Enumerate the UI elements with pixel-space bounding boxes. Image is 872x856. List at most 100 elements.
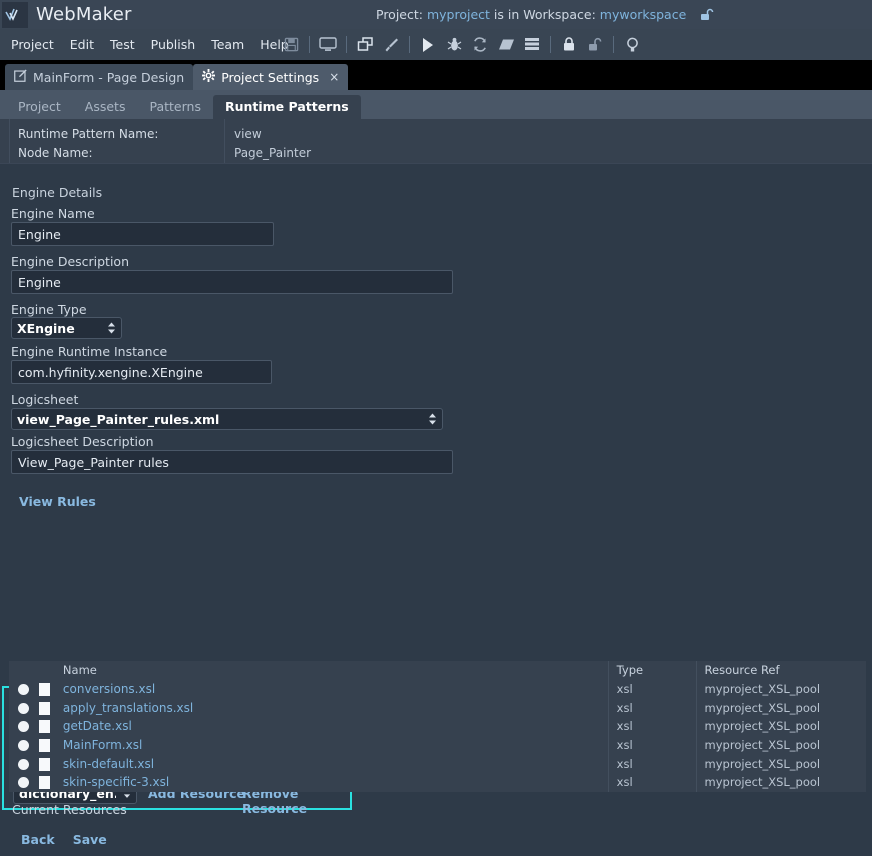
- engine-runtime-instance-input[interactable]: [11, 360, 272, 384]
- paintbrush-icon[interactable]: [378, 29, 404, 60]
- toolbar-separator: [346, 36, 347, 53]
- resource-type: xsl: [607, 679, 697, 699]
- resource-ref: myproject_XSL_pool: [695, 754, 866, 774]
- node-name-value: Page_Painter: [234, 146, 312, 160]
- checkbox-icon[interactable]: [38, 776, 50, 790]
- gear-icon: [202, 69, 216, 85]
- workspace-prefix-label: is in Workspace:: [493, 7, 596, 22]
- radio-button-icon[interactable]: [18, 758, 30, 770]
- menu-bar: Project Edit Test Publish Team Help: [0, 29, 872, 60]
- row-radio-cell[interactable]: [9, 736, 39, 755]
- runtime-pattern-header: Runtime Pattern Name: Node Name: view Pa…: [0, 119, 872, 164]
- row-checkbox-cell[interactable]: [38, 717, 63, 736]
- checkbox-icon[interactable]: [38, 720, 50, 734]
- runtime-pattern-name-value: view: [234, 127, 262, 141]
- header-radio-col: [9, 661, 39, 680]
- subtab-patterns[interactable]: Patterns: [137, 95, 212, 119]
- table-header-row: Name Type Resource Ref: [9, 661, 866, 680]
- checkmark-logo-icon: [5, 8, 18, 21]
- resource-name-link[interactable]: skin-default.xsl: [63, 757, 154, 771]
- header-divider-left: [9, 119, 10, 163]
- tab-project-settings[interactable]: Project Settings ×: [193, 64, 349, 90]
- save-link[interactable]: Save: [73, 832, 107, 847]
- row-checkbox-cell[interactable]: [38, 680, 63, 699]
- engine-runtime-instance-label: Engine Runtime Instance: [11, 344, 168, 359]
- engine-name-label: Engine Name: [11, 206, 95, 221]
- tab-label: MainForm - Page Design: [33, 69, 185, 85]
- resource-ref: myproject_XSL_pool: [695, 698, 866, 718]
- header-type: Type: [607, 661, 697, 680]
- project-prefix-label: Project:: [376, 7, 423, 22]
- menu-item-publish[interactable]: Publish: [143, 29, 204, 60]
- resource-name-link[interactable]: apply_translations.xsl: [63, 701, 193, 715]
- radio-button-icon[interactable]: [18, 740, 30, 752]
- subtab-assets[interactable]: Assets: [73, 95, 138, 119]
- resource-name-link[interactable]: MainForm.xsl: [63, 738, 142, 752]
- run-icon[interactable]: [415, 29, 441, 60]
- app-title: WebMaker: [36, 4, 132, 25]
- tab-mainform-page-design[interactable]: MainForm - Page Design: [5, 64, 194, 90]
- back-link[interactable]: Back: [21, 832, 55, 847]
- row-radio-cell[interactable]: [9, 754, 39, 773]
- row-checkbox-cell[interactable]: [38, 773, 63, 792]
- menu-item-project[interactable]: Project: [3, 29, 62, 60]
- toolbar-separator: [613, 36, 614, 53]
- menu-item-edit[interactable]: Edit: [62, 29, 102, 60]
- toolbar-separator: [309, 36, 310, 53]
- checkbox-icon[interactable]: [38, 701, 50, 715]
- toolbar-separator: [550, 36, 551, 53]
- row-radio-cell[interactable]: [9, 680, 39, 699]
- resource-ref: myproject_XSL_pool: [695, 773, 866, 792]
- table-row[interactable]: getDate.xsl xsl myproject_XSL_pool: [9, 717, 866, 736]
- table-row[interactable]: MainForm.xsl xsl myproject_XSL_pool: [9, 735, 866, 755]
- copy-icon[interactable]: [352, 29, 378, 60]
- radio-button-icon[interactable]: [18, 721, 30, 733]
- engine-name-input[interactable]: [11, 222, 274, 246]
- logicsheet-select[interactable]: view_Page_Painter_rules.xml: [11, 408, 443, 430]
- row-radio-cell[interactable]: [9, 717, 39, 736]
- checkbox-icon[interactable]: [38, 683, 50, 697]
- row-checkbox-cell[interactable]: [38, 754, 63, 773]
- menu-item-team[interactable]: Team: [203, 29, 252, 60]
- checkbox-icon[interactable]: [38, 757, 50, 771]
- save-icon[interactable]: [278, 29, 304, 60]
- row-radio-cell[interactable]: [9, 773, 39, 792]
- title-bar: WebMaker Project: myproject is in Worksp…: [0, 0, 872, 29]
- table-row[interactable]: apply_translations.xsl xsl myproject_XSL…: [9, 698, 866, 718]
- resource-type: xsl: [607, 735, 697, 755]
- lightbulb-icon[interactable]: [619, 29, 645, 60]
- lock-closed-icon[interactable]: [556, 29, 582, 60]
- resource-name-link[interactable]: conversions.xsl: [63, 682, 155, 696]
- engine-type-select[interactable]: XEngine: [11, 317, 122, 339]
- row-checkbox-cell[interactable]: [38, 736, 63, 755]
- logicsheet-description-input[interactable]: [11, 450, 453, 474]
- resource-name-link[interactable]: skin-specific-3.xsl: [63, 775, 169, 789]
- resource-name-link[interactable]: getDate.xsl: [63, 719, 132, 733]
- subtab-runtime-patterns[interactable]: Runtime Patterns: [212, 95, 361, 119]
- close-icon[interactable]: ×: [329, 70, 339, 84]
- refresh-icon[interactable]: [467, 29, 493, 60]
- menu-item-test[interactable]: Test: [102, 29, 143, 60]
- table-row[interactable]: conversions.xsl xsl myproject_XSL_pool: [9, 679, 866, 699]
- tab-label: Project Settings: [221, 69, 320, 85]
- monitor-icon[interactable]: [315, 29, 341, 60]
- table-row[interactable]: skin-specific-3.xsl xsl myproject_XSL_po…: [9, 773, 866, 792]
- subtab-project[interactable]: Project: [6, 95, 73, 119]
- eraser-icon[interactable]: [493, 29, 519, 60]
- row-checkbox-cell[interactable]: [38, 698, 63, 717]
- radio-button-icon[interactable]: [18, 684, 30, 696]
- resource-type: xsl: [607, 773, 697, 792]
- table-row[interactable]: skin-default.xsl xsl myproject_XSL_pool: [9, 754, 866, 774]
- radio-button-icon[interactable]: [18, 702, 30, 714]
- debug-icon[interactable]: [441, 29, 467, 60]
- row-radio-cell[interactable]: [9, 698, 39, 717]
- pencil-edit-icon: [14, 69, 27, 85]
- checkbox-icon[interactable]: [38, 739, 50, 753]
- lock-open-icon[interactable]: [582, 29, 608, 60]
- view-rules-link[interactable]: View Rules: [19, 494, 96, 509]
- header-name: Name: [62, 663, 97, 678]
- unlocked-padlock-icon[interactable]: [700, 8, 714, 21]
- engine-description-input[interactable]: [11, 270, 453, 294]
- radio-button-icon[interactable]: [18, 777, 30, 789]
- server-icon[interactable]: [519, 29, 545, 60]
